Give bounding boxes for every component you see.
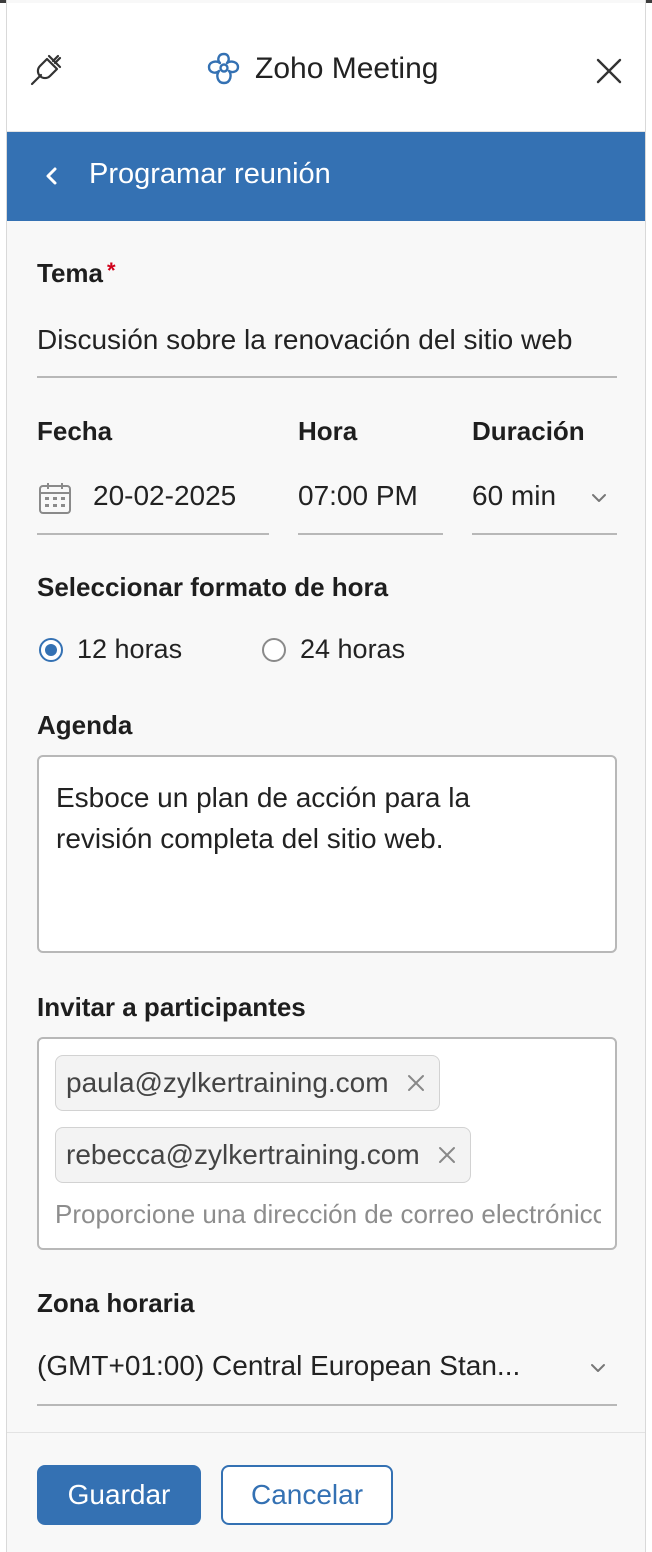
page-title: Programar reunión bbox=[89, 158, 331, 190]
timezone-label: Zona horaria bbox=[37, 1288, 195, 1318]
duration-select[interactable]: 60 min bbox=[472, 470, 617, 535]
close-icon[interactable] bbox=[595, 57, 623, 85]
time-label: Hora bbox=[298, 416, 358, 446]
topic-input[interactable]: Discusión sobre la renovación del sitio … bbox=[37, 318, 617, 378]
participants-placeholder[interactable]: Proporcione una dirección de correo elec… bbox=[55, 1199, 601, 1237]
calendar-icon bbox=[39, 483, 71, 514]
meeting-panel: Zoho Meeting Programar reunión Tema * Dis… bbox=[6, 0, 646, 1552]
participant-chip: rebecca@zylkertraining.com bbox=[55, 1127, 471, 1183]
remove-chip-icon[interactable] bbox=[405, 1072, 427, 1094]
participants-label: Invitar a participantes bbox=[37, 992, 306, 1022]
duration-value: 60 min bbox=[472, 480, 557, 511]
radio-12-hours[interactable] bbox=[39, 638, 63, 662]
participant-chip: paula@zylkertraining.com bbox=[55, 1055, 440, 1111]
cancel-button[interactable]: Cancelar bbox=[221, 1465, 393, 1525]
chevron-left-icon[interactable] bbox=[41, 164, 63, 188]
plug-icon[interactable] bbox=[27, 51, 65, 89]
chevron-down-icon bbox=[591, 1364, 605, 1372]
chevron-down-icon bbox=[592, 494, 606, 502]
time-input[interactable]: 07:00 PM bbox=[298, 470, 443, 535]
zoho-meeting-logo-icon bbox=[207, 52, 240, 85]
page-header: Programar reunión bbox=[7, 132, 645, 221]
timezone-value: (GMT+01:00) Central European Stan... bbox=[37, 1350, 521, 1381]
time-format-label: Seleccionar formato de hora bbox=[37, 572, 389, 602]
radio-12-hours-label[interactable]: 12 horas bbox=[77, 634, 182, 665]
app-title: Zoho Meeting bbox=[255, 52, 439, 85]
topic-label-text: Tema bbox=[37, 258, 103, 288]
required-marker: * bbox=[107, 258, 116, 283]
date-value: 20-02-2025 bbox=[93, 480, 237, 511]
radio-24-hours-label[interactable]: 24 horas bbox=[300, 634, 405, 665]
timezone-select[interactable]: (GMT+01:00) Central European Stan... bbox=[37, 1344, 617, 1406]
remove-chip-icon[interactable] bbox=[436, 1144, 458, 1166]
radio-24-hours[interactable] bbox=[262, 638, 286, 662]
agenda-value: Esboce un plan de acción para la revisió… bbox=[56, 782, 471, 854]
footer-divider bbox=[7, 1432, 645, 1433]
duration-label: Duración bbox=[472, 416, 585, 446]
agenda-textarea[interactable]: Esboce un plan de acción para la revisió… bbox=[37, 755, 617, 953]
time-value: 07:00 PM bbox=[298, 480, 418, 511]
date-input[interactable]: 20-02-2025 bbox=[37, 470, 269, 535]
agenda-label: Agenda bbox=[37, 710, 133, 740]
app-brand: Zoho Meeting bbox=[205, 47, 438, 91]
save-button[interactable]: Guardar bbox=[37, 1465, 201, 1525]
participant-chip-email: rebecca@zylkertraining.com bbox=[66, 1139, 420, 1170]
participants-input[interactable]: paula@zylkertraining.com rebecca@zylkert… bbox=[37, 1037, 617, 1250]
title-bar: Zoho Meeting bbox=[7, 3, 645, 132]
topic-value: Discusión sobre la renovación del sitio … bbox=[37, 324, 573, 355]
date-label: Fecha bbox=[37, 416, 113, 446]
participant-chip-email: paula@zylkertraining.com bbox=[66, 1067, 389, 1098]
topic-label: Tema * bbox=[37, 258, 116, 289]
